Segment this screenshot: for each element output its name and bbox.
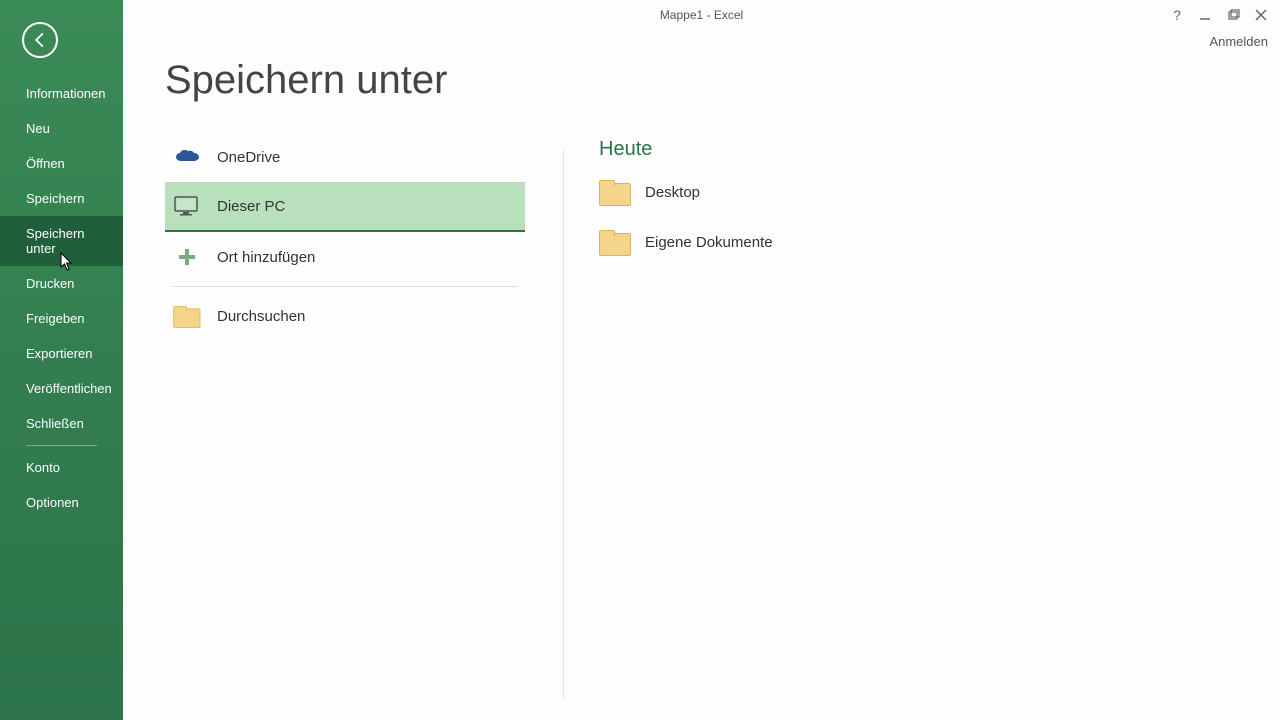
this-pc-icon [173, 195, 201, 217]
nav-informationen[interactable]: Informationen [0, 76, 123, 111]
nav-freigeben[interactable]: Freigeben [0, 301, 123, 336]
window-controls: ? [1170, 0, 1280, 30]
recent-folders-panel: Heute Desktop Eigene Dokumente [563, 0, 1280, 700]
nav-drucken[interactable]: Drucken [0, 266, 123, 301]
nav-exportieren[interactable]: Exportieren [0, 336, 123, 371]
main-panel: Speichern unter OneDrive Dieser PC Ort h… [123, 0, 1280, 720]
page-title: Speichern unter [165, 58, 447, 103]
save-locations: OneDrive Dieser PC Ort hinzufügen Durchs… [165, 132, 525, 341]
backstage-sidebar: Informationen Neu Öffnen Speichern Speic… [0, 0, 123, 720]
location-add-place[interactable]: Ort hinzufügen [165, 232, 525, 282]
recent-folder-documents[interactable]: Eigene Dokumente [599, 221, 1280, 263]
folder-label: Desktop [645, 184, 700, 201]
onedrive-icon [173, 147, 201, 167]
location-label: OneDrive [217, 149, 280, 166]
nav-divider [26, 445, 97, 446]
recent-section-title: Heute [599, 138, 1280, 161]
minimize-button[interactable] [1198, 8, 1212, 22]
nav-speichern[interactable]: Speichern [0, 181, 123, 216]
nav-veroeffentlichen[interactable]: Veröffentlichen [0, 371, 123, 406]
nav-speichern-unter[interactable]: Speichern unter [0, 216, 123, 266]
window-title: Mappe1 - Excel [660, 8, 743, 22]
recent-folder-desktop[interactable]: Desktop [599, 171, 1280, 213]
nav-neu[interactable]: Neu [0, 111, 123, 146]
nav-konto[interactable]: Konto [0, 450, 123, 485]
browse-folder-icon [173, 304, 201, 328]
title-bar: Mappe1 - Excel [123, 0, 1280, 30]
folder-icon [599, 180, 629, 204]
sign-in-link[interactable]: Anmelden [1209, 34, 1268, 49]
close-button[interactable] [1254, 8, 1268, 22]
location-divider [173, 286, 517, 287]
nav-oeffnen[interactable]: Öffnen [0, 146, 123, 181]
help-icon[interactable]: ? [1170, 8, 1184, 22]
location-label: Dieser PC [217, 198, 285, 215]
location-label: Durchsuchen [217, 308, 305, 325]
folder-icon [599, 230, 629, 254]
location-browse[interactable]: Durchsuchen [165, 291, 525, 341]
back-button[interactable] [22, 22, 58, 58]
location-label: Ort hinzufügen [217, 249, 315, 266]
add-place-icon [173, 245, 201, 269]
location-this-pc[interactable]: Dieser PC [165, 182, 525, 232]
folder-label: Eigene Dokumente [645, 234, 773, 251]
location-onedrive[interactable]: OneDrive [165, 132, 525, 182]
restore-button[interactable] [1226, 8, 1240, 22]
nav-optionen[interactable]: Optionen [0, 485, 123, 520]
nav-schliessen[interactable]: Schließen [0, 406, 123, 441]
